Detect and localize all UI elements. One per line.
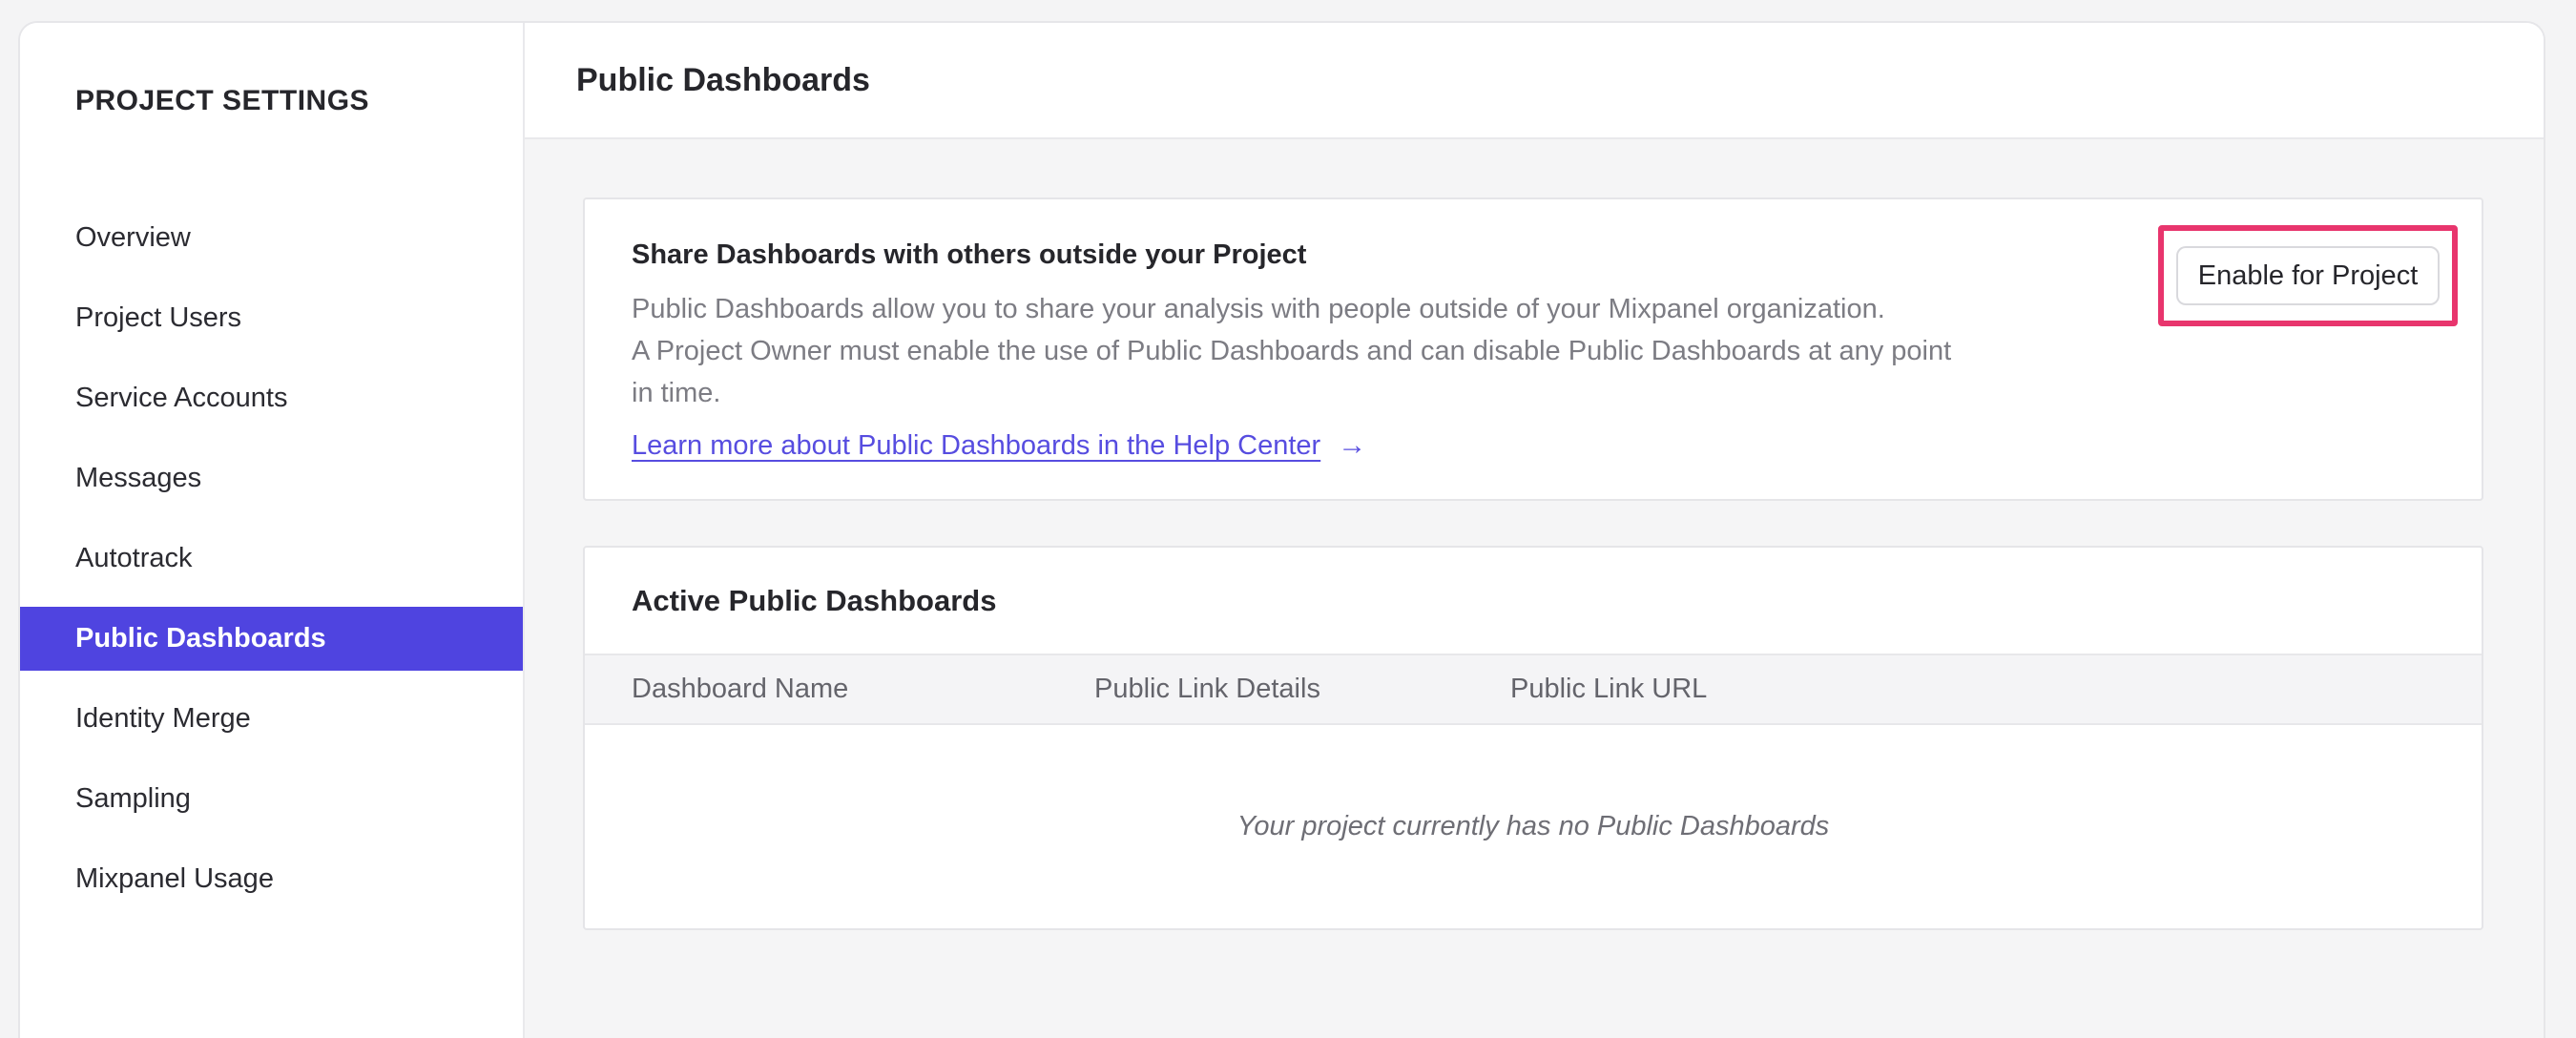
column-header-public-link-url: Public Link URL — [1510, 674, 1708, 704]
active-card-heading: Active Public Dashboards — [632, 583, 997, 617]
sidebar-item-identity-merge[interactable]: Identity Merge — [20, 687, 523, 751]
active-public-dashboards-card: Active Public Dashboards Dashboard Name P… — [583, 546, 2483, 930]
sidebar-item-autotrack[interactable]: Autotrack — [20, 527, 523, 591]
page-title: Public Dashboards — [576, 61, 870, 98]
share-dashboards-card: Share Dashboards with others outside you… — [583, 197, 2483, 501]
help-center-link-row: Learn more about Public Dashboards in th… — [632, 426, 2435, 465]
page-header: Public Dashboards — [525, 23, 2544, 139]
annotation-highlight-box: Enable for Project — [2158, 225, 2458, 326]
column-header-dashboard-name: Dashboard Name — [632, 674, 849, 704]
active-card-header: Active Public Dashboards — [585, 548, 2482, 654]
empty-state-message: Your project currently has no Public Das… — [1236, 811, 1830, 841]
sidebar-item-messages[interactable]: Messages — [20, 446, 523, 510]
description-line: in time. — [632, 378, 721, 408]
sidebar-item-project-users[interactable]: Project Users — [20, 286, 523, 350]
help-center-link[interactable]: Learn more about Public Dashboards in th… — [632, 426, 1320, 465]
arrow-right-icon: → — [1338, 429, 1367, 461]
project-settings-sidebar: PROJECT SETTINGS Overview Project Users Se… — [20, 23, 525, 1038]
enable-for-project-button[interactable]: Enable for Project — [2176, 246, 2440, 305]
sidebar-item-public-dashboards[interactable]: Public Dashboards — [20, 607, 523, 671]
sidebar-item-overview[interactable]: Overview — [20, 206, 523, 270]
table-empty-state: Your project currently has no Public Das… — [585, 725, 2482, 928]
settings-panel: PROJECT SETTINGS Overview Project Users Se… — [18, 21, 2545, 1038]
sidebar-item-sampling[interactable]: Sampling — [20, 767, 523, 831]
sidebar-item-mixpanel-usage[interactable]: Mixpanel Usage — [20, 847, 523, 911]
column-header-public-link-details: Public Link Details — [1094, 674, 1320, 704]
sidebar-item-service-accounts[interactable]: Service Accounts — [20, 366, 523, 430]
content-area: Share Dashboards with others outside you… — [525, 139, 2544, 1038]
sidebar-nav: Overview Project Users Service Accounts Mes… — [20, 206, 523, 911]
description-line: A Project Owner must enable the use of P… — [632, 336, 1952, 366]
sidebar-title: PROJECT SETTINGS — [75, 85, 370, 116]
main-area: Public Dashboards Share Dashboards with … — [525, 23, 2544, 1038]
table-header-row: Dashboard Name Public Link Details Public … — [585, 654, 2482, 725]
